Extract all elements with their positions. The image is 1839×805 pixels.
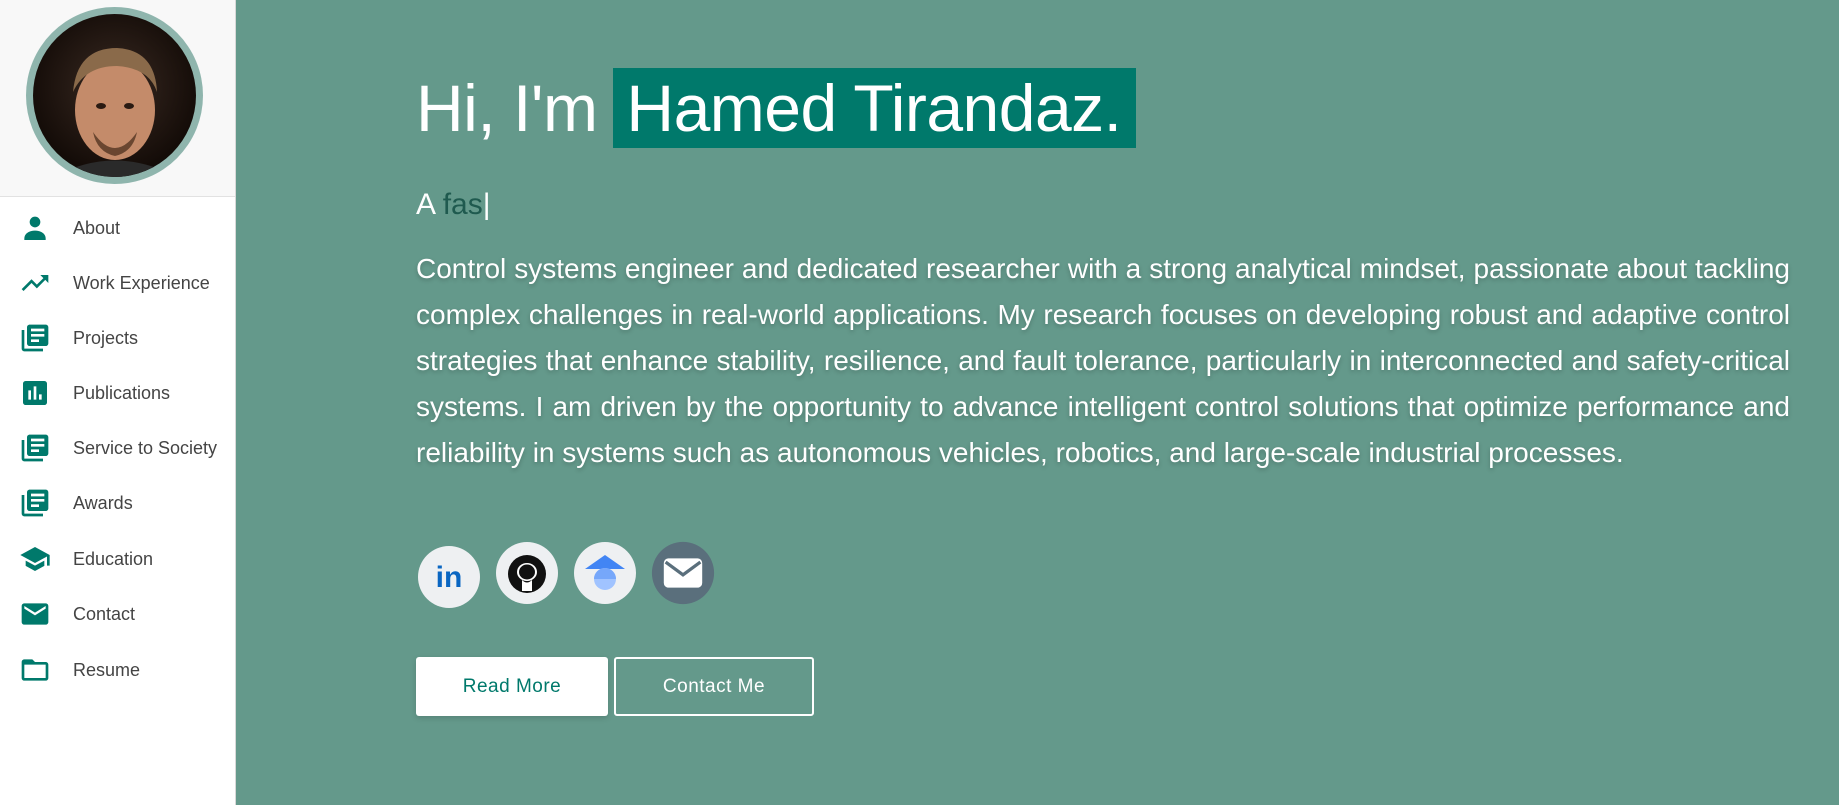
profile-box [0,0,235,197]
bar-chart-icon [19,377,51,409]
github-icon [496,542,558,604]
sidebar-item-work-experience[interactable]: Work Experience [0,260,236,306]
hero-greeting: Hi, I'm [416,71,598,145]
sidebar-item-awards[interactable]: Awards [0,480,236,526]
sidebar-item-label: About [73,217,121,238]
school-icon [19,543,51,575]
email-icon [651,541,715,605]
sidebar-item-label: Education [73,548,154,569]
linkedin-link[interactable]: in [417,545,481,609]
sidebar-item-label: Contact [73,603,136,624]
linkedin-icon: in [418,546,480,608]
sidebar-item-about[interactable]: About [0,205,236,251]
hero-section: Hi, I'm Hamed Tirandaz. A fas| Control s… [236,0,1839,805]
sidebar-item-service-to-society[interactable]: Service to Society [0,425,236,471]
bio-paragraph: Control systems engineer and dedicated r… [416,253,1790,468]
sidebar-item-label: Resume [73,659,141,680]
sidebar-item-contact[interactable]: Contact [0,591,236,637]
google-scholar-link[interactable] [573,541,637,605]
mail-icon [19,598,51,630]
github-link[interactable] [495,541,559,605]
sidebar-item-label: Publications [73,382,171,403]
trending-up-icon [19,267,51,299]
avatar-photo [33,14,196,177]
library-books-icon [19,487,51,519]
library-books-icon [19,322,51,354]
hero-name: Hamed Tirandaz. [613,68,1136,148]
google-scholar-icon [574,542,636,604]
sidebar-item-education[interactable]: Education [0,536,236,582]
typed-prefix: A [416,188,435,221]
sidebar: About Work Experience Projects Publicati… [0,0,236,805]
typed-text: fas [442,188,483,221]
email-link[interactable] [651,541,715,605]
typed-cursor: | [482,188,491,221]
linkedin-label: in [436,561,463,594]
sidebar-item-label: Awards [73,492,133,513]
sidebar-item-publications[interactable]: Publications [0,370,236,416]
hero-title: Hi, I'm Hamed Tirandaz. [416,68,1136,148]
sidebar-item-projects[interactable]: Projects [0,315,236,361]
library-books-icon [19,432,51,464]
sidebar-item-label: Projects [73,327,139,348]
sidebar-item-label: Work Experience [73,272,210,293]
contact-me-button[interactable]: Contact Me [614,657,814,716]
person-icon [19,212,51,244]
typed-tagline: A fas| [416,188,491,222]
avatar [26,7,203,184]
sidebar-item-resume[interactable]: Resume [0,647,236,693]
folder-icon [19,654,51,686]
read-more-button[interactable]: Read More [416,657,608,716]
sidebar-item-label: Service to Society [73,437,218,458]
